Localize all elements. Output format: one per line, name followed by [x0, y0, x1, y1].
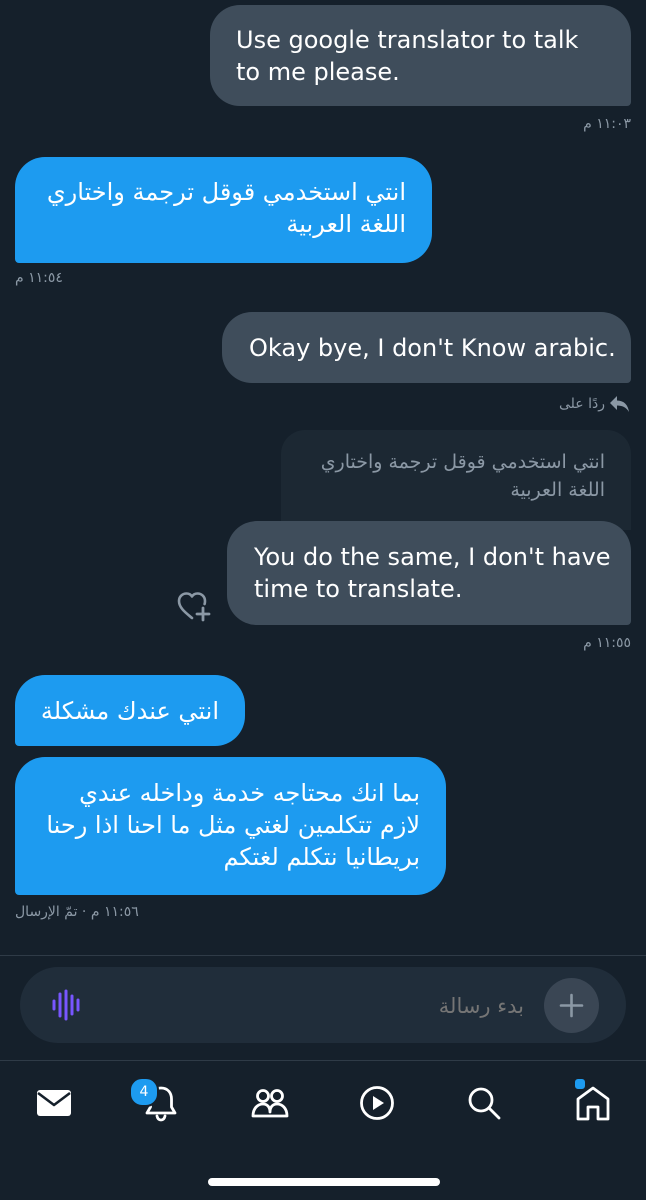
message-timestamp: ١١:٥٤ م: [15, 270, 63, 286]
home-indicator: [208, 1178, 440, 1186]
message-input[interactable]: [110, 985, 526, 1027]
message-text: You do the same, I don't have time to tr…: [254, 543, 611, 603]
message-line: بما انك محتاجه خدمة وداخله عندي: [79, 779, 420, 807]
dm-conversation-screen: Use google translator to talk to me plea…: [0, 0, 646, 1200]
notifications-badge: 4: [129, 1077, 159, 1107]
message-line: لازم تتكلمين لغتي مثل ما احنا اذا رحنا: [46, 811, 420, 839]
received-message-bubble[interactable]: انتي استخدمي قوقل ترجمة واختاري اللغة ال…: [15, 157, 432, 263]
voice-waveform-icon[interactable]: [50, 988, 84, 1022]
add-attachment-button[interactable]: [544, 978, 599, 1033]
message-timestamp: ١١:٠٣ م: [583, 116, 631, 132]
reply-label: ردًا على: [559, 396, 605, 412]
reply-context[interactable]: ردًا على: [559, 394, 631, 414]
sent-message-bubble[interactable]: You do the same, I don't have time to tr…: [227, 521, 631, 625]
message-timestamp: ١١:٥٥ م: [583, 635, 631, 651]
plus-icon: [559, 993, 584, 1018]
sent-message-bubble[interactable]: Okay bye, I don't Know arabic.: [222, 312, 631, 383]
reply-arrow-icon: [610, 396, 629, 412]
communities-icon[interactable]: [250, 1083, 290, 1123]
message-composer: [20, 967, 626, 1043]
received-message-bubble[interactable]: انتي عندك مشكلة: [15, 675, 245, 746]
search-icon[interactable]: [464, 1083, 504, 1123]
quoted-text: انتي استخدمي قوقل ترجمة واختاري اللغة ال…: [320, 451, 605, 501]
message-timestamp-sent-status: ١١:٥٦ م · تمّ الإرسال: [15, 904, 139, 920]
message-line: بريطانيا نتكلم لغتكم: [223, 843, 420, 871]
video-icon[interactable]: [357, 1083, 397, 1123]
messages-icon[interactable]: [34, 1083, 74, 1123]
home-unread-dot: [573, 1077, 587, 1091]
message-text: انتي عندك مشكلة: [40, 697, 219, 725]
message-text: Use google translator to talk to me plea…: [236, 26, 579, 86]
composer-divider: [0, 955, 646, 956]
quoted-message[interactable]: انتي استخدمي قوقل ترجمة واختاري اللغة ال…: [281, 430, 631, 530]
add-reaction-heart-icon[interactable]: [176, 590, 212, 624]
sent-message-bubble[interactable]: Use google translator to talk to me plea…: [210, 5, 631, 106]
message-text: Okay bye, I don't Know arabic.: [249, 334, 616, 362]
message-text: انتي استخدمي قوقل ترجمة واختاري اللغة ال…: [46, 178, 406, 238]
received-message-bubble[interactable]: بما انك محتاجه خدمة وداخله عندي لازم تتك…: [15, 757, 446, 895]
